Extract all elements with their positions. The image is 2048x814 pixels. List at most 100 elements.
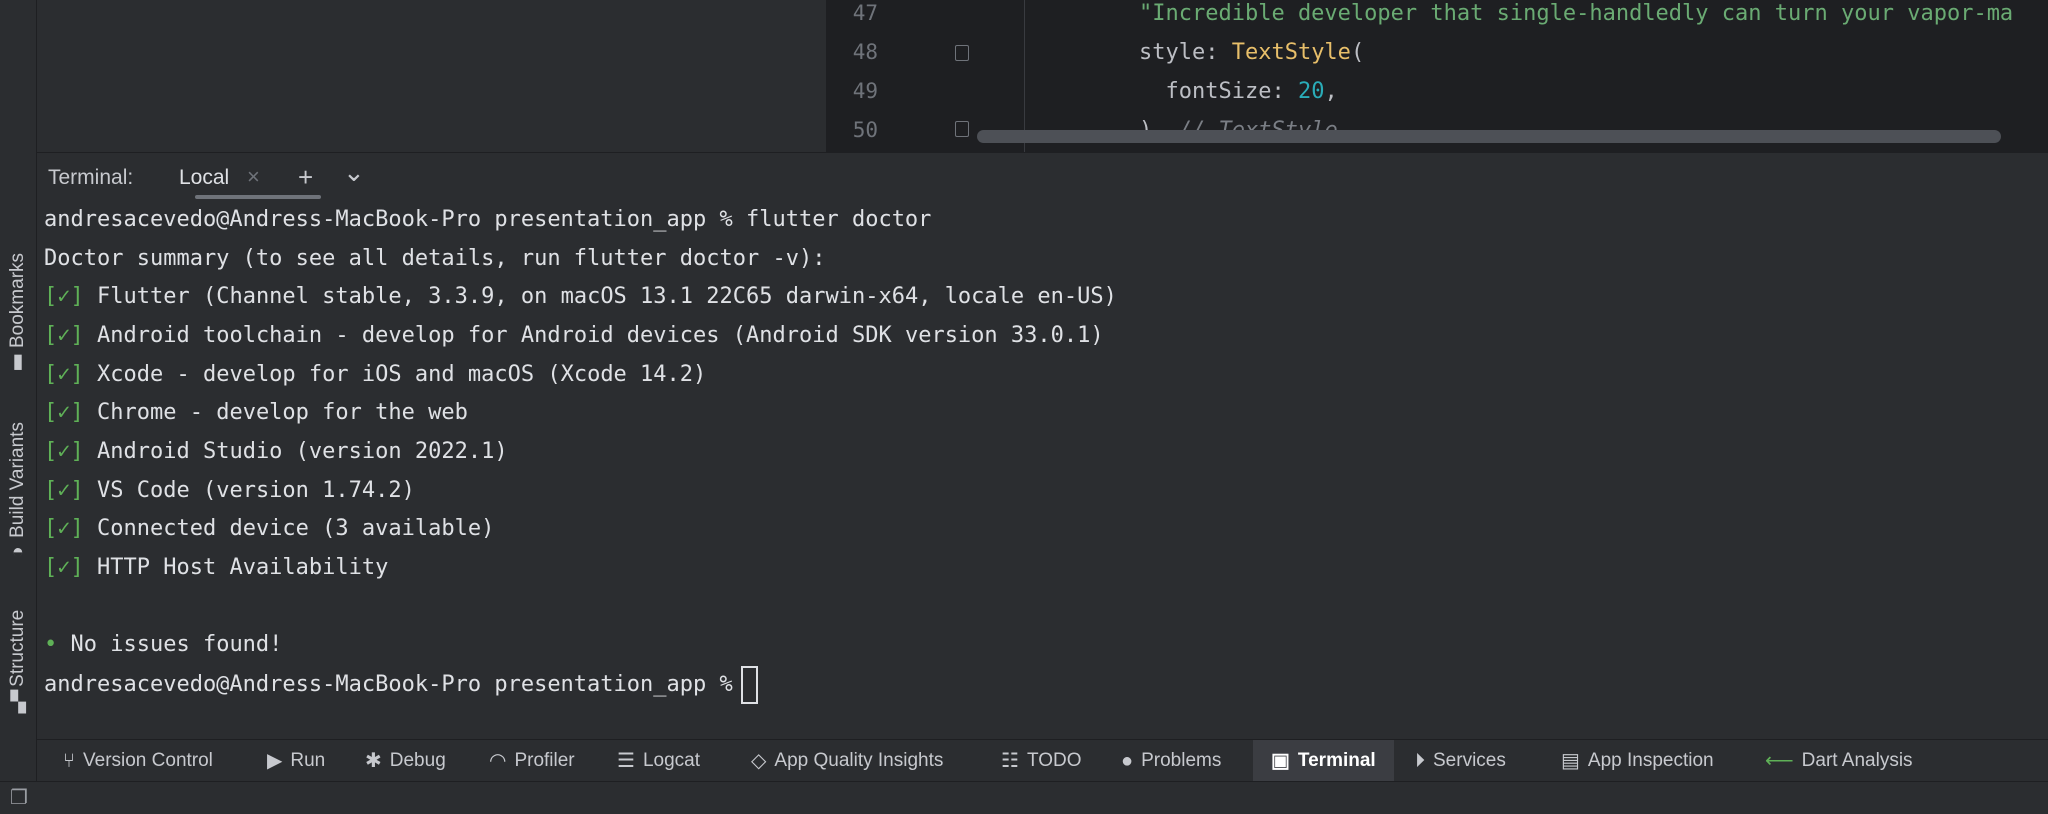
play-icon: ▶	[267, 750, 283, 772]
problems-label: Problems	[1141, 750, 1222, 771]
debug-button[interactable]: ✱ Debug	[365, 740, 446, 782]
check-mark-icon: [✓]	[44, 478, 84, 503]
terminal-check-line: [✓] Android Studio (version 2022.1)	[44, 439, 508, 464]
terminal-output[interactable]: andresacevedo@Andress-MacBook-Pro presen…	[37, 200, 2048, 739]
todo-label: TODO	[1026, 750, 1082, 771]
check-mark-icon: [✓]	[44, 439, 84, 464]
check-mark-icon: [✓]	[44, 400, 84, 425]
check-text: Android toolchain - develop for Android …	[97, 323, 1104, 348]
fold-marker-icon[interactable]	[955, 45, 969, 61]
debug-label: Debug	[389, 750, 446, 771]
terminal-check-line: [✓] Xcode - develop for iOS and macOS (X…	[44, 362, 706, 387]
problems-button[interactable]: ● Problems	[1121, 740, 1221, 782]
check-text: Chrome - develop for the web	[97, 400, 468, 425]
todo-button[interactable]: ☷ TODO	[1001, 740, 1081, 782]
terminal-button[interactable]: ▣ Terminal	[1253, 740, 1394, 782]
terminal-check-line: [✓] Chrome - develop for the web	[44, 400, 468, 425]
version-control-label: Version Control	[83, 750, 213, 771]
terminal-result-line: • No issues found!	[44, 632, 282, 657]
code-token: style:	[1139, 40, 1232, 65]
check-text: Flutter (Channel stable, 3.3.9, on macOS…	[97, 284, 1117, 309]
app-quality-insights-button[interactable]: ◇ App Quality Insights	[751, 740, 943, 782]
terminal-check-line: [✓] HTTP Host Availability	[44, 555, 388, 580]
code-line-47: "Incredible developer that single-handle…	[1139, 1, 2013, 26]
app-inspection-button[interactable]: ▤ App Inspection	[1561, 740, 1714, 782]
bookmark-icon: ▮	[12, 350, 24, 373]
inspection-icon: ▤	[1561, 750, 1580, 772]
services-button[interactable]: ⏵ Services	[1415, 740, 1506, 782]
bullet-icon: •	[44, 632, 58, 657]
horizontal-scrollbar[interactable]	[977, 130, 2001, 143]
terminal-check-line: [✓] Connected device (3 available)	[44, 516, 494, 541]
check-text: HTTP Host Availability	[97, 555, 389, 580]
terminal-header: Terminal: Local × + ⌄	[37, 152, 2048, 202]
fold-marker-icon[interactable]	[955, 121, 969, 137]
active-tab-indicator	[195, 195, 321, 199]
side-tab-bookmarks-label: Bookmarks	[7, 252, 29, 349]
code-string: "Incredible developer that single-handle…	[1139, 1, 2014, 26]
toggle-tool-windows-icon[interactable]: ❐	[10, 788, 28, 808]
logcat-label: Logcat	[642, 750, 700, 771]
terminal-prompt-line: andresacevedo@Andress-MacBook-Pro presen…	[44, 666, 758, 704]
dart-analysis-label: Dart Analysis	[1801, 750, 1913, 771]
side-tab-bookmarks[interactable]: ▮ Bookmarks	[0, 240, 36, 380]
run-label: Run	[290, 750, 326, 771]
line-number: 47	[852, 1, 878, 25]
android-icon: ◓	[11, 540, 25, 563]
logcat-button[interactable]: ☰ Logcat	[617, 740, 700, 782]
logcat-icon: ☰	[617, 750, 635, 772]
check-mark-icon: [✓]	[44, 323, 84, 348]
left-tool-strip: ▮ Bookmarks ◓ Build Variants ▚ Structure	[0, 0, 37, 813]
terminal-command-line: andresacevedo@Andress-MacBook-Pro presen…	[44, 207, 932, 232]
side-tab-structure-label: Structure	[7, 609, 29, 687]
close-tab-icon[interactable]: ×	[247, 164, 260, 190]
status-bar: ❐	[0, 781, 2048, 814]
side-tab-structure[interactable]: ▚ Structure	[0, 600, 36, 720]
side-tab-build-variants[interactable]: ◓ Build Variants	[0, 410, 36, 570]
line-number: 50	[852, 118, 878, 142]
check-text: Android Studio (version 2022.1)	[97, 439, 508, 464]
tab-local[interactable]: Local ×	[37, 153, 321, 201]
structure-icon: ▚	[10, 691, 26, 714]
code-token: fontSize:	[1139, 79, 1298, 104]
terminal-label: Terminal	[1297, 750, 1376, 771]
tool-window-bar: ⑂ Version Control ▶ Run ✱ Debug ◠ Profiler ☰…	[37, 739, 2048, 782]
branch-icon: ⑂	[63, 750, 75, 772]
version-control-button[interactable]: ⑂ Version Control	[63, 740, 213, 782]
code-line-48: style: TextStyle(	[1139, 40, 1364, 65]
gauge-icon: ◠	[489, 750, 507, 772]
chevron-down-icon[interactable]: ⌄	[343, 157, 365, 188]
list-icon: ☷	[1001, 750, 1019, 772]
check-mark-icon: [✓]	[44, 284, 84, 309]
run-button[interactable]: ▶ Run	[267, 740, 325, 782]
code-line-49: fontSize: 20,	[1139, 79, 1338, 104]
check-mark-icon: [✓]	[44, 362, 84, 387]
profiler-button[interactable]: ◠ Profiler	[489, 740, 575, 782]
terminal-icon: ▣	[1271, 750, 1290, 772]
diamond-icon: ◇	[751, 750, 767, 772]
check-text: Xcode - develop for iOS and macOS (Xcode…	[97, 362, 707, 387]
check-mark-icon: [✓]	[44, 516, 84, 541]
side-tab-build-variants-label: Build Variants	[7, 422, 29, 538]
line-number: 49	[852, 79, 878, 103]
result-text: No issues found!	[70, 632, 283, 657]
line-number: 48	[852, 40, 878, 64]
dart-analysis-button[interactable]: ⟵ Dart Analysis	[1765, 740, 1913, 782]
services-label: Services	[1433, 750, 1506, 771]
code-token: (	[1350, 40, 1365, 65]
add-terminal-icon[interactable]: +	[298, 162, 313, 193]
terminal-check-line: [✓] Android toolchain - develop for Andr…	[44, 323, 1104, 348]
info-icon: ●	[1121, 750, 1134, 772]
check-text: VS Code (version 1.74.2)	[97, 478, 415, 503]
code-class: TextStyle	[1231, 40, 1351, 65]
code-number: 20	[1297, 79, 1325, 104]
bug-icon: ✱	[365, 750, 382, 772]
prompt-text: andresacevedo@Andress-MacBook-Pro presen…	[44, 672, 733, 697]
profiler-label: Profiler	[514, 750, 575, 771]
app-quality-label: App Quality Insights	[774, 750, 944, 771]
dart-analysis-icon: ⟵	[1765, 750, 1794, 772]
terminal-summary-line: Doctor summary (to see all details, run …	[44, 246, 826, 271]
code-token: ,	[1324, 79, 1338, 104]
editor-empty-panel	[37, 0, 826, 152]
terminal-check-line: [✓] VS Code (version 1.74.2)	[44, 478, 415, 503]
